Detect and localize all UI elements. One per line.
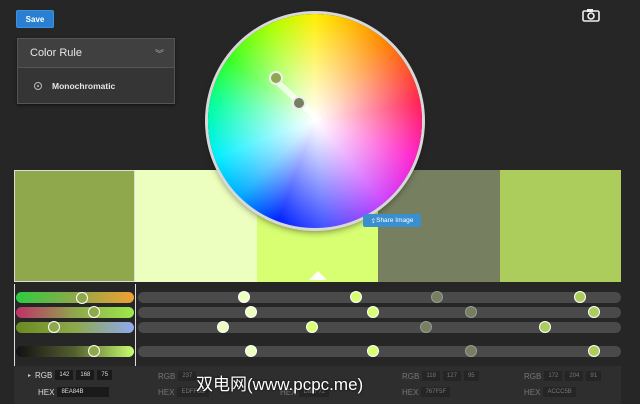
rule-option-label: Monochromatic [52,80,116,91]
share-image-label: Share Image [376,217,414,224]
hex-field[interactable]: ACCC5B [543,387,576,397]
rgb-g-field[interactable]: 168 [76,370,95,380]
rgb-label: RGB [524,371,542,381]
slider-knob[interactable] [350,291,362,303]
slider-track-2[interactable] [138,307,621,318]
hex-label: HEX [38,387,55,397]
share-image-button[interactable]: ⇪ Share Image [363,214,421,227]
expand-arrow-icon[interactable]: ▸ [28,372,31,379]
save-button[interactable]: Save [16,10,54,28]
swatch-4-codes: RGB 118 127 95 [402,371,479,381]
slider-knob[interactable] [574,291,586,303]
active-hex-row: HEX 8EA84B [38,387,110,397]
hex-label: HEX [402,387,419,397]
hex-label: HEX [158,387,175,397]
radio-icon[interactable] [34,81,42,90]
slider-knob[interactable] [539,321,551,333]
rgb-r-field[interactable]: 237 [178,371,197,381]
swatch-5-codes: RGB 172 204 91 [524,371,602,381]
swatch-5[interactable] [499,170,622,282]
slider-knob[interactable] [588,306,600,318]
rgb-b-field[interactable]: 91 [586,371,602,381]
swatch-pointer-icon [309,271,327,280]
slider-knob[interactable] [465,306,477,318]
slider-knob[interactable] [420,321,432,333]
slider-knob[interactable] [588,345,600,357]
slider-knob[interactable] [367,345,379,357]
rgb-b-field[interactable]: 75 [97,370,113,380]
slider-track-1[interactable] [138,292,621,303]
swatch-5-hex: HEX ACCC5B [524,387,576,397]
rgb-g-field[interactable]: 204 [565,371,584,381]
wheel-handle-primary[interactable] [269,71,283,85]
slider-knob[interactable] [431,291,443,303]
slider-knob[interactable] [245,345,257,357]
rule-option-monochromatic[interactable]: Monochromatic [18,68,174,103]
slider-knob[interactable] [306,321,318,333]
slider-knob[interactable] [465,345,477,357]
rgb-r-field[interactable]: 142 [55,370,74,380]
rgb-label: RGB [35,370,53,380]
slider-knob[interactable] [238,291,250,303]
swatch-1[interactable] [14,170,136,282]
slider-knob[interactable] [367,306,379,318]
slider-knob[interactable] [217,321,229,333]
swatch-4-hex: HEX 767F5F [402,387,451,397]
rgb-b-field[interactable]: 95 [463,371,479,381]
rgb-label: RGB [158,371,176,381]
swatch-2-codes: RGB 237 [158,371,197,381]
watermark: 双电网(www.pcpc.me) [196,375,364,394]
color-rule-title: Color Rule [30,47,82,59]
slider-track-4[interactable] [138,346,621,357]
color-rule-header[interactable]: Color Rule ︾ [18,39,174,68]
color-rule-panel: Color Rule ︾ Monochromatic [17,38,175,104]
rgb-g-field[interactable]: 127 [442,371,461,381]
rgb-r-field[interactable]: 118 [422,371,440,381]
hex-field[interactable]: 8EA84B [57,387,110,397]
hex-label: HEX [524,387,541,397]
wheel-handle-secondary[interactable] [292,96,306,110]
rgb-r-field[interactable]: 172 [544,371,563,381]
camera-icon[interactable] [582,8,600,22]
active-rgb-row: ▸ RGB 142 168 75 [28,370,113,380]
chevron-down-icon[interactable]: ︾ [155,47,164,60]
hex-field[interactable]: 767F5F [421,387,451,397]
rgb-label: RGB [402,371,420,381]
slider-knob[interactable] [245,306,257,318]
